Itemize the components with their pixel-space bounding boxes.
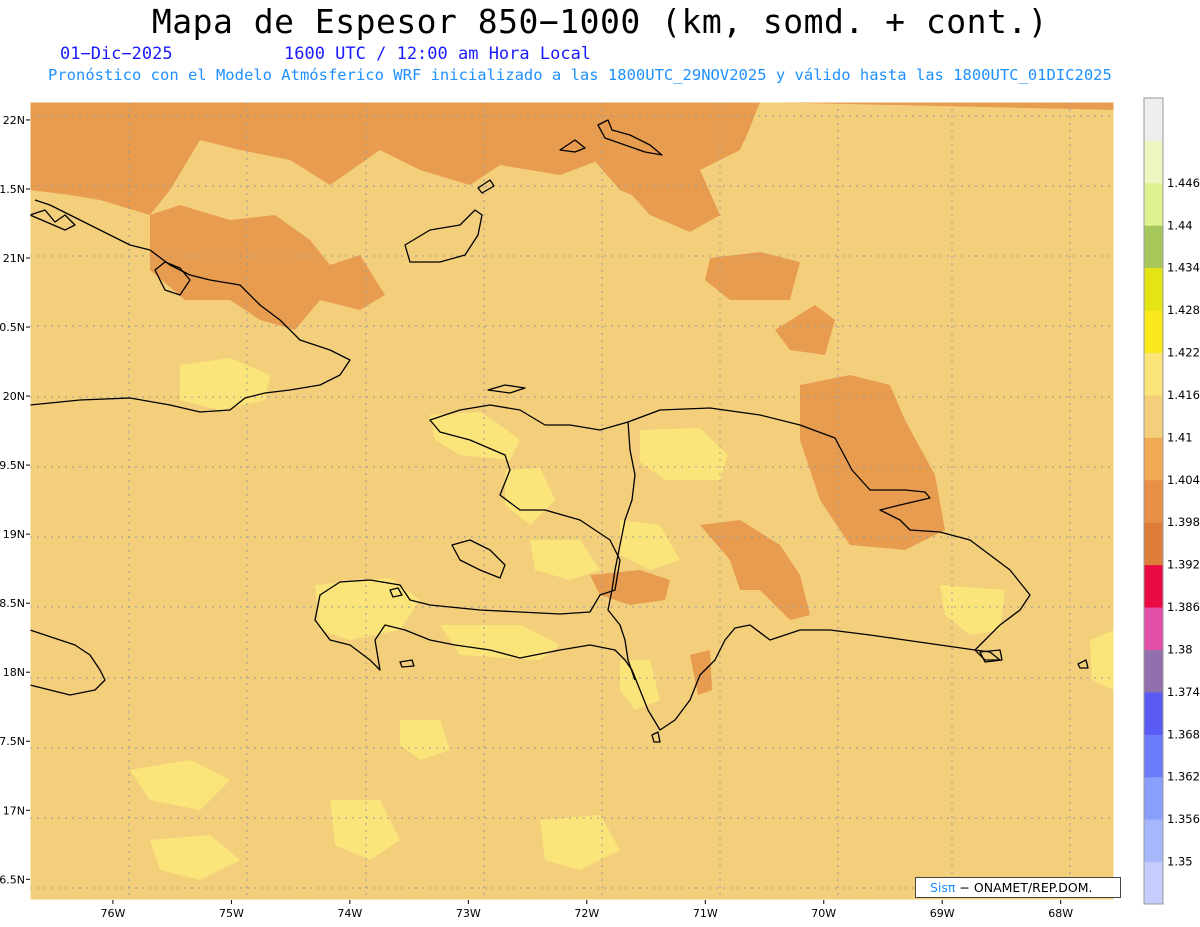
lat-tick-label: 21N (3, 252, 25, 265)
lon-tick-label: 71W (693, 907, 718, 920)
lat-tick-label: 8.5N (0, 597, 25, 610)
colorbar-label: 1.416 (1167, 388, 1200, 402)
colorbar-label: 1.404 (1167, 473, 1200, 487)
sispi-logo: Sisπ (930, 880, 956, 895)
lat-tick-label: 22N (3, 114, 25, 127)
credit-text: − ONAMET/REP.DOM. (955, 880, 1093, 895)
lat-tick-label: 0.5N (0, 321, 25, 334)
colorbar-swatch (1144, 182, 1163, 226)
colorbar-label: 1.422 (1167, 346, 1200, 360)
colorbar-label: 1.356 (1167, 812, 1200, 826)
colorbar-swatch (1144, 819, 1163, 863)
colorbar-swatch (1144, 861, 1163, 905)
colorbar-swatch (1144, 564, 1163, 608)
colorbar-swatch (1144, 98, 1163, 141)
colorbar-swatch (1144, 310, 1163, 354)
colorbar-swatch (1144, 267, 1163, 311)
colorbar-swatch (1144, 691, 1163, 735)
colorbar-swatch (1144, 140, 1163, 184)
lon-tick-label: 76W (100, 907, 125, 920)
lon-tick-label: 70W (811, 907, 836, 920)
colorbar-swatch (1144, 394, 1163, 438)
colorbar-swatch (1144, 522, 1163, 566)
lat-tick-label: 18N (3, 666, 25, 679)
latitude-tick-labels: 22N 1.5N 21N 0.5N 20N 9.5N 19N 8.5N 18N 7.5N 17N 6.… (0, 114, 30, 886)
colorbar-swatch (1144, 607, 1163, 650)
colorbar-swatch (1144, 734, 1163, 778)
colorbar-label: 1.35 (1167, 855, 1193, 869)
thickness-map: 22N 1.5N 21N 0.5N 20N 9.5N 19N 8.5N 18N 7.5N 17N 6.… (0, 97, 1200, 920)
colorbar-label: 1.386 (1167, 600, 1200, 614)
colorbar-swatch (1144, 352, 1163, 396)
lon-tick-label: 74W (337, 907, 362, 920)
colorbar-label: 1.362 (1167, 770, 1200, 784)
lon-tick-label: 73W (456, 907, 481, 920)
colorbar-swatch (1144, 649, 1163, 693)
lon-tick-label: 68W (1048, 907, 1073, 920)
lat-tick-label: 1.5N (0, 183, 25, 196)
colorbar-label: 1.398 (1167, 515, 1200, 529)
colorbar-label: 1.44 (1167, 218, 1193, 232)
colorbar-label: 1.446 (1167, 176, 1200, 190)
lat-tick-label: 9.5N (0, 459, 25, 472)
colorbar-swatch (1144, 479, 1163, 523)
lat-tick-label: 19N (3, 528, 25, 541)
colorbar-label: 1.428 (1167, 303, 1200, 317)
colorbar-label: 1.41 (1167, 430, 1193, 444)
colorbar-label: 1.38 (1167, 642, 1193, 656)
colorbar-label: 1.434 (1167, 261, 1200, 275)
lat-tick-label: 7.5N (0, 735, 25, 748)
credit-box: Sisπ − ONAMET/REP.DOM. (915, 877, 1121, 898)
lon-tick-label: 72W (574, 907, 599, 920)
lat-tick-label: 17N (3, 804, 25, 817)
colorbar-label: 1.392 (1167, 558, 1200, 572)
longitude-tick-labels: 76W 75W 74W 73W 72W 71W 70W 69W 68W (100, 900, 1073, 920)
colorbar-swatch (1144, 225, 1163, 269)
lon-tick-label: 69W (930, 907, 955, 920)
colorbar: 1.35 1.356 1.362 1.368 1.374 1.38 1.386 1.392 1.… (1144, 98, 1200, 905)
colorbar-label: 1.374 (1167, 685, 1200, 699)
lat-tick-label: 20N (3, 390, 25, 403)
lon-tick-label: 75W (219, 907, 244, 920)
lat-tick-label: 6.5N (0, 873, 25, 886)
colorbar-swatch (1144, 437, 1163, 481)
colorbar-label: 1.368 (1167, 727, 1200, 741)
colorbar-swatch (1144, 776, 1163, 820)
